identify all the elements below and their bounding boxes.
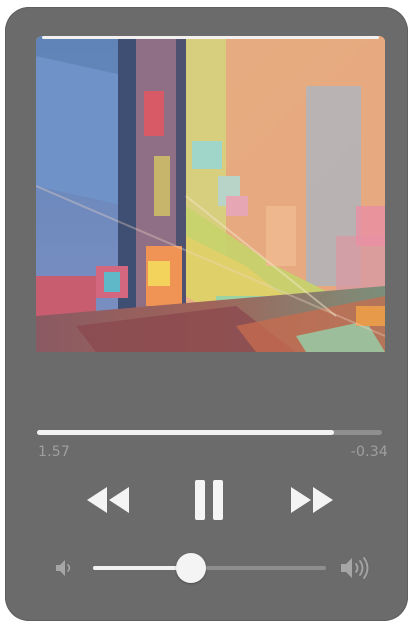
artwork-top-highlight — [42, 36, 379, 39]
pause-button[interactable] — [191, 477, 227, 523]
rewind-button[interactable] — [84, 481, 134, 519]
rewind-icon — [85, 485, 133, 515]
volume-high-icon — [338, 555, 372, 581]
volume-low-button[interactable] — [53, 557, 75, 579]
album-artwork — [36, 36, 385, 352]
fast-forward-button[interactable] — [286, 481, 336, 519]
volume-low-icon — [53, 557, 75, 579]
progress-bar[interactable] — [37, 430, 382, 435]
volume-slider-thumb[interactable] — [175, 553, 206, 583]
pause-icon — [193, 479, 225, 521]
remaining-time: -0.34 — [350, 444, 388, 460]
progress-bar-fill — [37, 430, 334, 435]
volume-slider[interactable] — [93, 553, 326, 583]
elapsed-time: 1.57 — [38, 444, 70, 460]
abstract-painting-image — [36, 36, 385, 352]
volume-high-button[interactable] — [338, 555, 372, 581]
fast-forward-icon — [287, 485, 335, 515]
music-player-card: 1.57 -0.34 — [5, 7, 408, 621]
